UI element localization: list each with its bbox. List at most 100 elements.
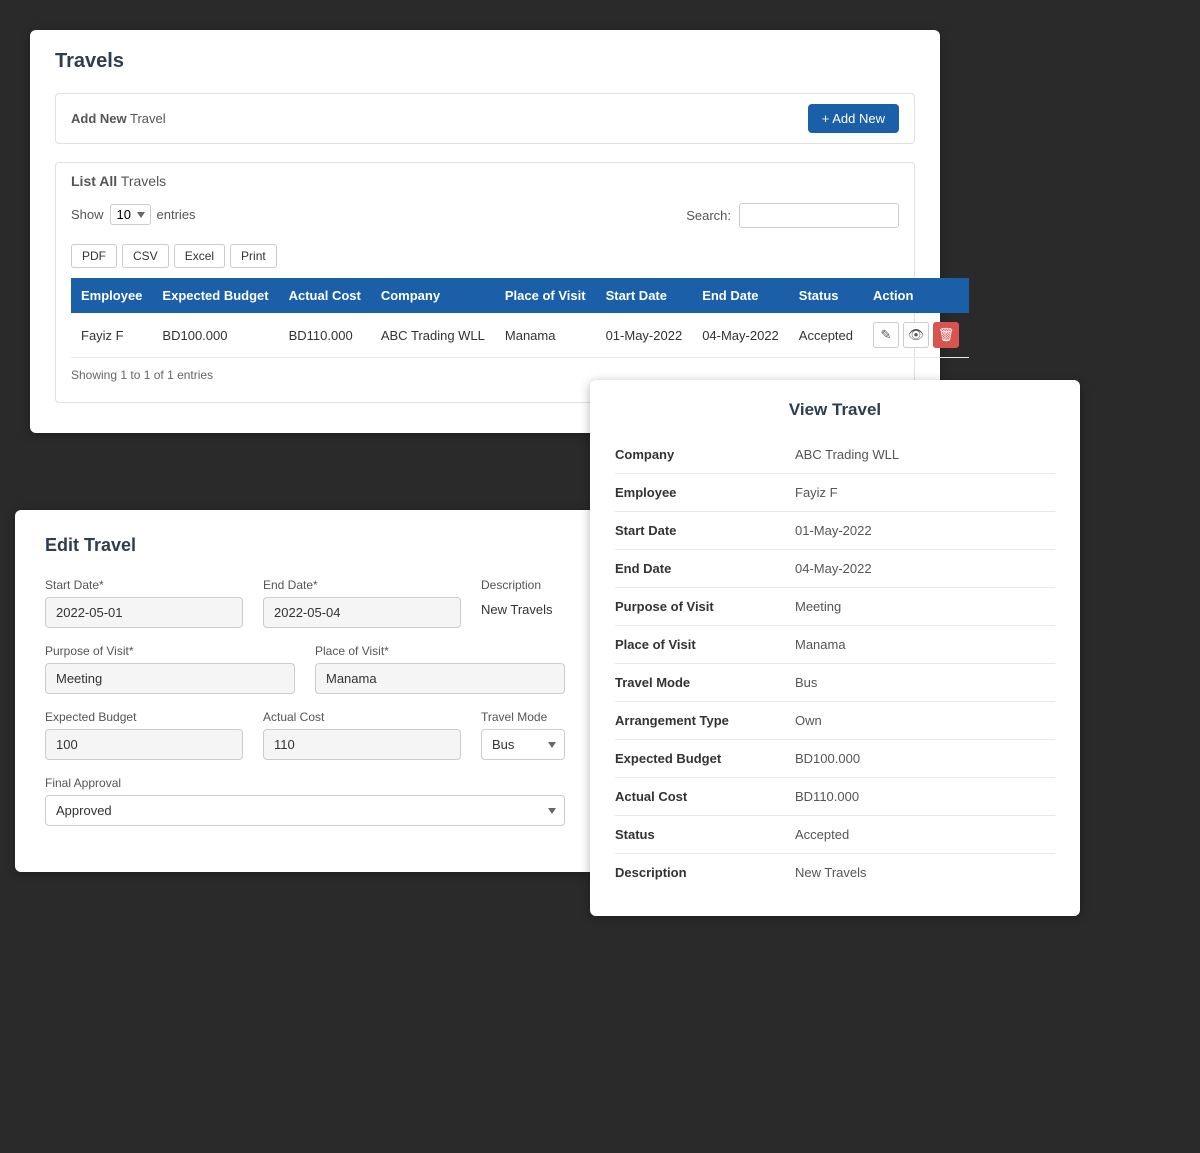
view-row: Actual Cost BD110.000 bbox=[615, 778, 1055, 816]
purpose-label: Purpose of Visit* bbox=[45, 644, 295, 658]
form-group-travel-mode: Travel Mode Bus Car Air Train bbox=[481, 710, 565, 760]
travel-mode-select[interactable]: Bus Car Air Train bbox=[481, 729, 565, 760]
search-label: Search: bbox=[686, 208, 731, 223]
view-row: End Date 04-May-2022 bbox=[615, 550, 1055, 588]
entries-select[interactable]: 10 25 50 bbox=[110, 204, 151, 225]
start-date-input[interactable] bbox=[45, 597, 243, 628]
th-actual-cost: Actual Cost bbox=[279, 278, 371, 313]
list-all-title: List All Travels bbox=[71, 173, 899, 189]
view-row: Arrangement Type Own bbox=[615, 702, 1055, 740]
page-title: Travels bbox=[55, 50, 915, 73]
edit-travel-card: Edit Travel Start Date* End Date* Descri… bbox=[15, 510, 595, 872]
excel-button[interactable]: Excel bbox=[174, 244, 225, 268]
view-field-value: 01-May-2022 bbox=[795, 523, 872, 538]
top-controls-row: Show 10 25 50 entries Search: bbox=[71, 203, 899, 236]
delete-action-button[interactable]: 🗑 bbox=[933, 322, 959, 348]
view-row: Status Accepted bbox=[615, 816, 1055, 854]
travels-table: Employee Expected Budget Actual Cost Com… bbox=[71, 278, 969, 358]
th-employee: Employee bbox=[71, 278, 152, 313]
expected-budget-label: Expected Budget bbox=[45, 710, 243, 724]
view-fields: Company ABC Trading WLL Employee Fayiz F… bbox=[615, 436, 1055, 891]
form-group-description: Description New Travels bbox=[481, 578, 565, 628]
form-row-3: Expected Budget Actual Cost Travel Mode … bbox=[45, 710, 565, 760]
actual-cost-input[interactable] bbox=[263, 729, 461, 760]
td-employee: Fayiz F bbox=[71, 313, 152, 358]
view-field-value: 04-May-2022 bbox=[795, 561, 872, 576]
print-button[interactable]: Print bbox=[230, 244, 277, 268]
td-end-date: 04-May-2022 bbox=[692, 313, 789, 358]
th-company: Company bbox=[371, 278, 495, 313]
view-field-value: BD100.000 bbox=[795, 751, 860, 766]
purpose-input[interactable] bbox=[45, 663, 295, 694]
entries-label: entries bbox=[157, 207, 196, 222]
export-buttons: PDF CSV Excel Print bbox=[71, 244, 899, 268]
form-group-expected-budget: Expected Budget bbox=[45, 710, 243, 760]
view-field-key: Purpose of Visit bbox=[615, 599, 795, 614]
expected-budget-input[interactable] bbox=[45, 729, 243, 760]
view-field-value: Accepted bbox=[795, 827, 849, 842]
pdf-button[interactable]: PDF bbox=[71, 244, 117, 268]
show-label: Show bbox=[71, 207, 104, 222]
view-card-title: View Travel bbox=[615, 400, 1055, 420]
view-field-key: Travel Mode bbox=[615, 675, 795, 690]
description-label: Description bbox=[481, 578, 565, 592]
view-field-value: New Travels bbox=[795, 865, 867, 880]
end-date-input[interactable] bbox=[263, 597, 461, 628]
travels-card: Travels Add New Travel + Add New List Al… bbox=[30, 30, 940, 433]
view-field-key: Employee bbox=[615, 485, 795, 500]
place-input[interactable] bbox=[315, 663, 565, 694]
edit-action-button[interactable]: ✎ bbox=[873, 322, 899, 348]
td-action: ✎ 👁 🗑 bbox=[863, 313, 969, 358]
th-status: Status bbox=[789, 278, 863, 313]
th-action: Action bbox=[863, 278, 969, 313]
place-label: Place of Visit* bbox=[315, 644, 565, 658]
add-new-bar: Add New Travel + Add New bbox=[55, 93, 915, 144]
search-input[interactable] bbox=[739, 203, 899, 228]
view-travel-card: View Travel Company ABC Trading WLL Empl… bbox=[590, 380, 1080, 916]
view-row: Purpose of Visit Meeting bbox=[615, 588, 1055, 626]
view-field-key: End Date bbox=[615, 561, 795, 576]
view-field-value: Own bbox=[795, 713, 822, 728]
form-group-actual-cost: Actual Cost bbox=[263, 710, 461, 760]
view-row: Description New Travels bbox=[615, 854, 1055, 891]
td-expected-budget: BD100.000 bbox=[152, 313, 278, 358]
final-approval-label: Final Approval bbox=[45, 776, 565, 790]
th-end-date: End Date bbox=[692, 278, 789, 313]
view-row: Expected Budget BD100.000 bbox=[615, 740, 1055, 778]
edit-card-title: Edit Travel bbox=[45, 535, 565, 556]
view-field-key: Start Date bbox=[615, 523, 795, 538]
search-bar: Search: bbox=[686, 203, 899, 228]
view-field-key: Place of Visit bbox=[615, 637, 795, 652]
view-field-value: Manama bbox=[795, 637, 846, 652]
form-group-final-approval: Final Approval Approved Pending Rejected bbox=[45, 776, 565, 826]
travel-mode-label: Travel Mode bbox=[481, 710, 565, 724]
view-field-value: ABC Trading WLL bbox=[795, 447, 899, 462]
final-approval-select[interactable]: Approved Pending Rejected bbox=[45, 795, 565, 826]
view-field-key: Description bbox=[615, 865, 795, 880]
csv-button[interactable]: CSV bbox=[122, 244, 169, 268]
view-row: Start Date 01-May-2022 bbox=[615, 512, 1055, 550]
form-group-purpose: Purpose of Visit* bbox=[45, 644, 295, 694]
td-company: ABC Trading WLL bbox=[371, 313, 495, 358]
view-field-value: Meeting bbox=[795, 599, 841, 614]
form-row-1: Start Date* End Date* Description New Tr… bbox=[45, 578, 565, 628]
td-place-of-visit: Manama bbox=[495, 313, 596, 358]
view-field-value: BD110.000 bbox=[795, 789, 859, 804]
th-place-of-visit: Place of Visit bbox=[495, 278, 596, 313]
view-field-key: Arrangement Type bbox=[615, 713, 795, 728]
view-row: Place of Visit Manama bbox=[615, 626, 1055, 664]
description-text: New Travels bbox=[481, 597, 565, 622]
view-action-button[interactable]: 👁 bbox=[903, 322, 929, 348]
view-field-value: Fayiz F bbox=[795, 485, 838, 500]
table-controls: Show 10 25 50 entries bbox=[71, 204, 196, 225]
th-start-date: Start Date bbox=[596, 278, 693, 313]
form-group-end-date: End Date* bbox=[263, 578, 461, 628]
view-row: Travel Mode Bus bbox=[615, 664, 1055, 702]
view-row: Employee Fayiz F bbox=[615, 474, 1055, 512]
view-field-key: Company bbox=[615, 447, 795, 462]
th-expected-budget: Expected Budget bbox=[152, 278, 278, 313]
view-row: Company ABC Trading WLL bbox=[615, 436, 1055, 474]
add-new-button[interactable]: + Add New bbox=[808, 104, 899, 133]
start-date-label: Start Date* bbox=[45, 578, 243, 592]
td-actual-cost: BD110.000 bbox=[279, 313, 371, 358]
